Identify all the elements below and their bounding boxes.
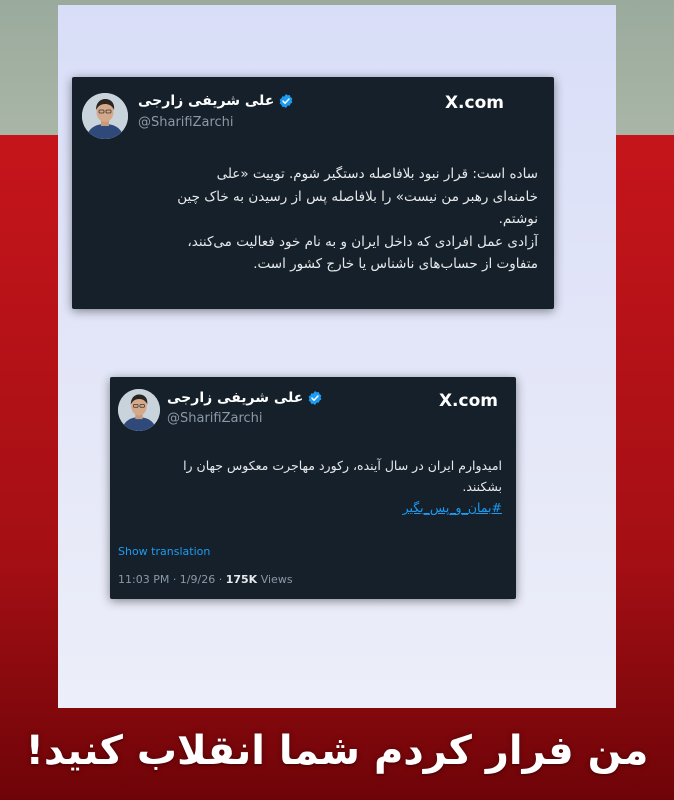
author-row: علی شریفی زارجی	[167, 390, 323, 406]
views-label: Views	[257, 573, 293, 586]
avatar[interactable]	[82, 93, 128, 139]
tweet-card-2: علی شریفی زارجی @SharifiZarchi X.com امی…	[110, 377, 516, 599]
headline-banner: من فرار کردم شما انقلاب کنید!	[25, 728, 649, 774]
tweet-line: متفاوت از حساب‌های ناشناس یا خارج کشور ا…	[253, 256, 538, 272]
x-logo-icon: X.com	[438, 391, 498, 411]
author-handle[interactable]: @SharifiZarchi	[167, 411, 263, 426]
author-name[interactable]: علی شریفی زارجی	[138, 93, 274, 109]
x-logo-icon: X.com	[444, 93, 504, 113]
tweet-text: ساده است: قرار نبود بلافاصله دستگیر شوم.…	[86, 163, 538, 276]
tweet-text: امیدوارم ایران در سال آینده، رکورد مهاجر…	[122, 455, 502, 518]
tweet-meta: 11:03 PM · 1/9/26 · 175K Views	[118, 573, 293, 586]
tweet-timestamp[interactable]: 11:03 PM · 1/9/26 ·	[118, 573, 226, 586]
avatar[interactable]	[118, 389, 160, 431]
tweet-line: ساده است: قرار نبود بلافاصله دستگیر شوم.…	[216, 166, 538, 182]
user-avatar-photo	[118, 389, 160, 431]
verified-badge-icon	[278, 93, 294, 109]
author-name[interactable]: علی شریفی زارجی	[167, 390, 303, 406]
tweet-line: خامنه‌ای رهبر من نیست» را بلافاصله پس از…	[177, 188, 538, 205]
tweet-line: نوشتم.	[498, 211, 538, 227]
tweet-line: بشکنند.	[462, 479, 502, 494]
user-avatar-photo	[82, 93, 128, 139]
hashtag-link[interactable]: #بمان_و_پس_بگیر	[403, 500, 502, 515]
author-handle[interactable]: @SharifiZarchi	[138, 115, 234, 130]
tweet-line: آزادی عمل افرادی که داخل ایران و به نام …	[187, 233, 538, 250]
tweet-line: امیدوارم ایران در سال آینده، رکورد مهاجر…	[183, 458, 502, 473]
views-count: 175K	[225, 573, 258, 586]
tweet-card-1: علی شریفی زارجی @SharifiZarchi X.com ساد…	[72, 77, 554, 309]
show-translation-link[interactable]: Show translation	[118, 545, 210, 558]
author-row: علی شریفی زارجی	[138, 93, 294, 109]
verified-badge-icon	[307, 390, 323, 406]
